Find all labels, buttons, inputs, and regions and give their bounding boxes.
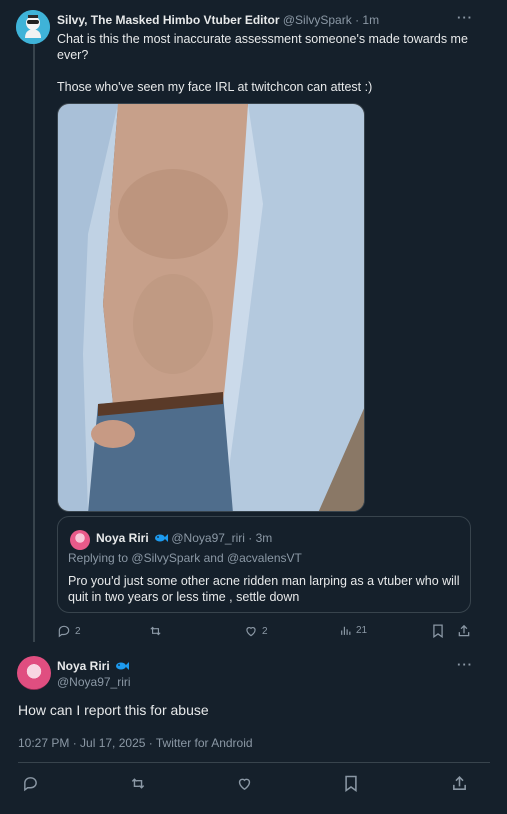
share-icon <box>451 775 468 792</box>
quote-author-handle[interactable]: @Noya97_riri <box>171 531 245 545</box>
retweet-button[interactable] <box>129 775 147 792</box>
tweet-text: Chat is this the most inaccurate assessm… <box>57 32 468 94</box>
divider <box>18 762 490 763</box>
reply-icon <box>57 624 71 638</box>
like-icon <box>236 775 253 792</box>
tweet2-meta[interactable]: 10:27 PM · Jul 17, 2025 · Twitter for An… <box>18 736 253 750</box>
avatar-noya-small[interactable] <box>70 530 90 550</box>
avatar-noya[interactable] <box>17 656 51 690</box>
tweet-header: Silvy, The Masked Himbo Vtuber Editor @S… <box>57 13 379 27</box>
author-name[interactable]: Silvy, The Masked Himbo Vtuber Editor <box>57 13 280 27</box>
tweet2-author: Noya Riri <box>57 659 130 674</box>
views-count: 21 <box>356 625 368 636</box>
reply-button[interactable] <box>22 775 39 792</box>
tweet2-actions <box>0 775 507 795</box>
share-button[interactable] <box>457 624 471 638</box>
more-icon[interactable]: ··· <box>457 10 473 25</box>
tweet2-author-name[interactable]: Noya Riri <box>57 659 110 673</box>
quote-time: · 3m <box>248 531 273 545</box>
tweet2-author-handle[interactable]: @Noya97_riri <box>57 675 131 689</box>
retweet-icon <box>129 775 147 792</box>
tweet-actions: 2 2 21 <box>0 624 507 642</box>
share-button[interactable] <box>451 775 468 792</box>
reply-button[interactable]: 2 <box>57 624 81 638</box>
avatar-silvy[interactable] <box>16 10 50 44</box>
quote-author-name[interactable]: Noya Riri <box>96 531 149 545</box>
replying-to: Replying to @SilvySpark and @acvalensVT <box>68 551 302 565</box>
retweet-icon <box>148 624 163 638</box>
bookmark-icon <box>432 624 444 638</box>
reply-count: 2 <box>75 625 81 637</box>
tweet-time[interactable]: · 1m <box>355 13 379 27</box>
like-count: 2 <box>262 625 268 637</box>
replying-users[interactable]: @SilvySpark and @acvalensVT <box>131 551 301 565</box>
more-icon[interactable]: ··· <box>457 657 473 672</box>
thread-connector-line <box>33 44 35 642</box>
tweet2-text: How can I report this for abuse <box>18 702 209 718</box>
fish-badge-icon <box>154 532 169 546</box>
bookmark-icon <box>344 775 358 792</box>
views-icon <box>339 624 352 637</box>
fish-badge-icon <box>115 660 130 674</box>
views-button[interactable]: 21 <box>339 624 367 637</box>
like-icon <box>244 624 258 638</box>
quote-header: Noya Riri @Noya97_riri · 3m <box>96 531 272 546</box>
like-button[interactable] <box>236 775 253 792</box>
quoted-tweet[interactable]: Noya Riri @Noya97_riri · 3m Replying to … <box>57 516 471 613</box>
retweet-button[interactable] <box>148 624 163 638</box>
share-icon <box>457 624 471 638</box>
bookmark-button[interactable] <box>432 624 444 638</box>
quote-text: Pro you'd just some other acne ridden ma… <box>68 574 460 604</box>
author-handle[interactable]: @SilvySpark <box>283 13 352 27</box>
reply-icon <box>22 775 39 792</box>
tweet-photo[interactable] <box>57 103 365 512</box>
replying-prefix: Replying to <box>68 551 129 565</box>
like-button[interactable]: 2 <box>244 624 268 638</box>
bookmark-button[interactable] <box>344 775 358 792</box>
